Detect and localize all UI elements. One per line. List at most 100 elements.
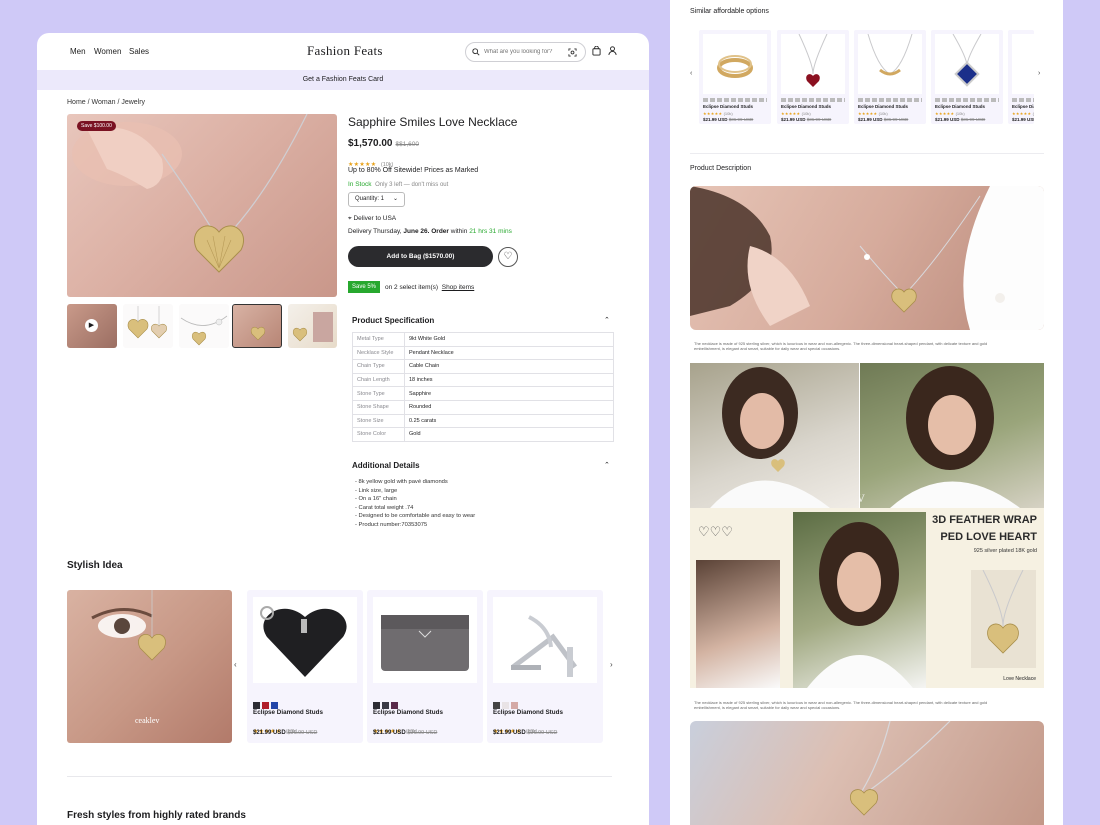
similar-product-name: Eclipse Diamond Studs [781, 104, 832, 109]
bundle-text: on 2 select item(s) [385, 284, 439, 291]
detail-item: - Link size, large [355, 487, 398, 494]
ad-model [807, 522, 913, 688]
rating-count: (10k) [955, 111, 965, 116]
description-photo-2[interactable] [690, 363, 859, 508]
product-image[interactable] [493, 597, 597, 683]
quantity-select[interactable]: Quantity: 1 ⌄ [348, 192, 405, 207]
color-swatches [858, 98, 922, 102]
thumbnail-video[interactable]: ▶ [67, 304, 117, 348]
spec-value: Rounded [404, 399, 614, 415]
spec-heading[interactable]: Product Specification [352, 316, 434, 325]
similar-product-image[interactable] [781, 34, 845, 94]
similar-product-name: Eclipse Diamond Studs [1012, 104, 1034, 109]
deliver-label: Deliver to USA [353, 215, 397, 222]
similar-product-image[interactable] [703, 34, 767, 94]
similar-product-image[interactable] [935, 34, 999, 94]
similar-product-card[interactable]: Eclipse Diamond Studs ★★★★★ (10k) $21.99… [931, 30, 1003, 124]
stylish-idea-image[interactable]: ceaklev [67, 590, 232, 743]
spec-label: Stone Type [352, 386, 405, 401]
old-price: $$1,600 [395, 141, 420, 148]
similar-price: $21.99 USD [935, 117, 960, 122]
similar-price: $21.99 USD [703, 117, 728, 122]
deliver-to[interactable]: ⌖ Deliver to USA [348, 215, 396, 223]
similar-product-image[interactable] [1012, 34, 1034, 94]
similar-product-card[interactable]: Eclipse Diamond Studs ★★★★★ (10k) $21.99… [854, 30, 926, 124]
color-swatch[interactable] [253, 702, 260, 709]
rating-count: (10k) [878, 111, 888, 116]
search-input[interactable] [484, 49, 564, 55]
similar-product-card[interactable]: Eclipse Diamond Studs ★★★★★ (10k) $21.99… [1008, 30, 1034, 124]
color-swatch[interactable] [493, 702, 500, 709]
rating-count: (10k) [801, 111, 811, 116]
color-swatch[interactable] [262, 702, 269, 709]
necklace-closeup [690, 186, 1044, 330]
main-product-image[interactable]: Save $100.00 [67, 114, 337, 297]
description-photo-3[interactable]: ceaklev [860, 363, 1044, 508]
delivery-prefix: Delivery Thursday, [348, 228, 402, 235]
similar-product-card[interactable]: Eclipse Diamond Studs ★★★★★ (10k) $21.99… [777, 30, 849, 124]
account-icon[interactable] [608, 46, 617, 56]
nav-women[interactable]: Women [94, 47, 121, 56]
carousel-next-arrow[interactable]: › [1038, 70, 1040, 77]
play-icon[interactable]: ▶ [85, 319, 98, 332]
similar-price: $21.99 USD [1012, 117, 1034, 122]
product-price: $21.99 USD [373, 730, 406, 736]
spec-table: Metal Type 9kt White Gold Necklace Style Pe… [352, 332, 614, 442]
rating-stars: ★★★★★ [1012, 111, 1032, 116]
chevron-up-icon[interactable]: ⌃ [604, 316, 610, 324]
color-swatch[interactable] [502, 702, 509, 709]
spec-row: Chain Length 18 inches [352, 372, 614, 388]
product-card[interactable]: Eclipse Diamond Studs ★★★★★ (10k) $21.99… [367, 590, 483, 743]
product-name[interactable]: Eclipse Diamond Studs [373, 709, 443, 716]
carousel-prev-arrow[interactable]: ‹ [690, 70, 692, 77]
color-swatch[interactable] [511, 702, 518, 709]
similar-product-image[interactable] [858, 34, 922, 94]
product-price: $1,570.00 $$1,600 [348, 138, 419, 149]
add-to-bag-button[interactable]: Add to Bag ($1570.00) [348, 246, 493, 267]
chevron-up-icon[interactable]: ⌃ [604, 461, 610, 469]
wishlist-heart-icon[interactable]: ♡ [498, 247, 518, 267]
nav-men[interactable]: Men [70, 47, 86, 56]
spec-label: Necklace Style [352, 345, 405, 361]
product-name[interactable]: Eclipse Diamond Studs [493, 709, 563, 716]
details-heading[interactable]: Additional Details [352, 461, 420, 470]
rating-stars: ★★★★★ [703, 111, 723, 116]
thumbnail-chain[interactable] [179, 304, 229, 348]
thumbnail-gift-box[interactable] [288, 304, 337, 348]
color-swatches [1012, 98, 1034, 102]
carousel-next-arrow[interactable]: › [610, 660, 613, 669]
bag-icon[interactable] [592, 46, 601, 56]
heart-pendant-icon [982, 570, 1024, 654]
color-swatch[interactable] [271, 702, 278, 709]
camera-scan-icon[interactable] [568, 47, 577, 57]
description-ad[interactable]: ♡♡♡ 3D FEATHER WRAP PED LOVE HEART 925 s… [690, 508, 1044, 688]
carousel-prev-arrow[interactable]: ‹ [234, 660, 237, 669]
description-photo-4[interactable] [690, 721, 1044, 825]
description-photo-1[interactable] [690, 186, 1044, 330]
description-panel: Similar affordable options ‹ Eclipse Dia… [670, 0, 1063, 825]
color-swatch[interactable] [391, 702, 398, 709]
old-price: $36.99 USD [527, 730, 558, 736]
old-price: $36.99 USD [407, 730, 438, 736]
product-image[interactable] [253, 597, 357, 683]
nav-sales[interactable]: Sales [129, 47, 149, 56]
shop-items-link[interactable]: Shop items [442, 284, 475, 291]
bundle-offer: on 2 select item(s) Shop items [385, 284, 474, 291]
product-image[interactable] [373, 597, 477, 683]
spec-row: Metal Type 9kt White Gold [352, 332, 614, 347]
color-swatch[interactable] [373, 702, 380, 709]
breadcrumb[interactable]: Home / Woman / Jewelry [67, 99, 145, 106]
thumbnail-hearts[interactable] [123, 304, 173, 348]
product-card[interactable]: Eclipse Diamond Studs ★★★★★ (10k) $21.99… [487, 590, 603, 743]
promo-banner[interactable]: Get a Fashion Feats Card [37, 70, 649, 90]
spec-row: Stone Size 0.25 carats [352, 413, 614, 429]
product-card[interactable]: Eclipse Diamond Studs ★★★★★ (10k) $21.99… [247, 590, 363, 743]
similar-product-card[interactable]: Eclipse Diamond Studs ★★★★★ (10k) $21.99… [699, 30, 771, 124]
product-name[interactable]: Eclipse Diamond Studs [253, 709, 323, 716]
thumbnail-selected[interactable] [232, 304, 282, 348]
brand-logo[interactable]: Fashion Feats [307, 43, 383, 59]
search-bar[interactable] [465, 42, 586, 62]
thumbnail-pendant-icon [250, 326, 266, 341]
color-swatch[interactable] [382, 702, 389, 709]
ad-photo-left [696, 560, 780, 688]
